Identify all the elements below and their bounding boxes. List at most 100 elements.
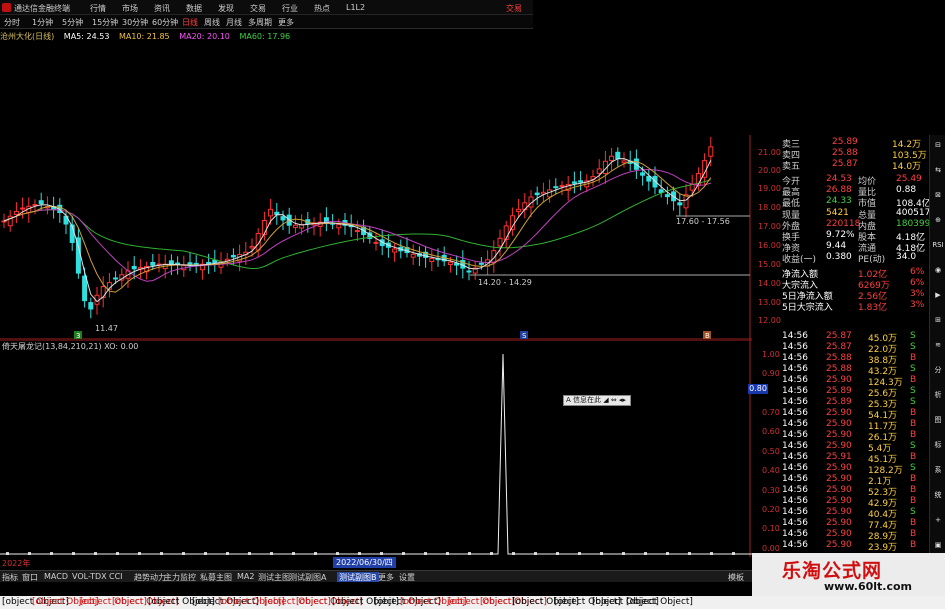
indicator-tab[interactable]: 测试副图B [337, 572, 379, 582]
range-annotation-2: 17.60 - 17.56 [676, 217, 730, 226]
period-tab[interactable]: 月线 [226, 17, 242, 28]
indicator-tab[interactable]: 测试主图 [258, 572, 290, 582]
tick-deals-panel[interactable]: 14:56 25.87 45.0万 S 14:56 25.87 22.0万 S 14:56 25.… [752, 331, 930, 553]
candle-body [32, 204, 38, 207]
deal-time: 14:56 [782, 342, 808, 352]
side-tool-icon[interactable]: ⊠ [932, 189, 944, 201]
side-tool-icon[interactable]: ⊞ [932, 314, 944, 326]
side-tool-icon[interactable]: RSI [932, 239, 944, 251]
candle-body [150, 261, 156, 266]
candle-body [621, 160, 627, 164]
period-tab[interactable]: 周线 [204, 17, 220, 28]
candle-body [392, 248, 398, 253]
period-tab[interactable]: 15分钟 [92, 17, 118, 28]
candle-body [615, 151, 621, 160]
indicator-tab[interactable]: 设置 [399, 572, 415, 582]
deal-side: B [910, 452, 917, 462]
flow-row: 净流入额 1.02亿 6% [752, 267, 930, 280]
deal-time: 14:56 [782, 463, 808, 473]
side-tool-icon[interactable]: ⊟ [932, 139, 944, 151]
side-tool-icon[interactable]: 析 [932, 389, 944, 401]
app-title: 通达信金融终端 [14, 4, 70, 13]
stat-row: 今开 24.53 均价 25.49 [752, 174, 930, 187]
candle-body [82, 275, 88, 302]
menu-item-trade[interactable]: 交易 [250, 3, 266, 14]
indicator-tab[interactable]: 更多 [378, 572, 394, 582]
deal-time: 14:56 [782, 496, 808, 506]
menu-item-discover[interactable]: 发现 [218, 3, 234, 14]
side-tool-icon[interactable]: ⊕ [932, 214, 944, 226]
period-tab-active[interactable]: 日线 [182, 17, 198, 28]
deal-time: 14:56 [782, 529, 808, 539]
deal-side: B [910, 408, 917, 418]
indicator-tab[interactable]: VOL-TDX [72, 572, 107, 581]
period-tab[interactable]: 5分钟 [62, 17, 83, 28]
side-tool-icon[interactable]: 标 [932, 439, 944, 451]
indicator-tab[interactable]: 窗口 [22, 572, 38, 582]
deal-time: 14:56 [782, 353, 808, 363]
deal-time: 14:56 [782, 364, 808, 374]
period-tab-more[interactable]: 更多 [278, 17, 294, 28]
period-tab[interactable]: 分时 [4, 17, 20, 28]
candlestick-chart[interactable]: 11.47 14.20 - 14.29 17.60 - 17.56 3 S B [0, 135, 752, 340]
candle-body [596, 168, 602, 174]
period-tab[interactable]: 60分钟 [152, 17, 178, 28]
candle-body [38, 200, 44, 205]
indicator-tab[interactable]: 指标 [2, 572, 18, 582]
side-tool-icon[interactable]: ⇆ [932, 164, 944, 176]
menu-item-hot[interactable]: 热点 [314, 3, 330, 14]
indicator-tab[interactable]: CCI [109, 572, 123, 581]
deal-price: 25.89 [826, 397, 852, 407]
side-tool-icon[interactable]: ▣ [932, 539, 944, 551]
menu-item-industry[interactable]: 行业 [282, 3, 298, 14]
menu-item-quotes[interactable]: 行情 [90, 3, 106, 14]
side-tool-icon[interactable]: ≋ [932, 339, 944, 351]
flow-row: 大宗流入 6269万 6% [752, 278, 930, 291]
indicator-tab[interactable]: 主力监控 [164, 572, 196, 582]
template-tab[interactable]: 模板 [728, 572, 744, 582]
ma20-label: MA20: 20.10 [179, 32, 230, 41]
deal-price: 25.90 [826, 375, 852, 385]
side-tool-icon[interactable]: + [932, 514, 944, 526]
deal-side: S [910, 397, 916, 407]
blank-area [533, 0, 945, 135]
candle-body [131, 265, 137, 270]
side-tool-icon[interactable]: ◉ [932, 264, 944, 276]
indicator-tab[interactable]: MACD [44, 572, 68, 581]
indicator-tab[interactable]: 私募主图 [200, 572, 232, 582]
stat-value: 26.88 [826, 185, 852, 196]
side-tool-icon[interactable]: 图 [932, 414, 944, 426]
deal-side: S [910, 507, 916, 517]
menu-item-market[interactable]: 市场 [122, 3, 138, 14]
menu-item-news[interactable]: 资讯 [154, 3, 170, 14]
indicator-chart[interactable] [0, 340, 752, 557]
deal-row: 14:56 25.90 40.4万 S [752, 507, 930, 520]
side-tool-icon[interactable]: 统 [932, 489, 944, 501]
menu-item-data[interactable]: 数据 [186, 3, 202, 14]
deal-time: 14:56 [782, 397, 808, 407]
indicator-tab[interactable]: 趋势动力 [134, 572, 166, 582]
menu-item-l1l2[interactable]: L1L2 [346, 3, 365, 12]
menu-item-trade-right[interactable]: 交易 [506, 3, 522, 14]
flow-label: 5日大宗流入 [782, 303, 833, 314]
stat-value: 24.33 [826, 196, 852, 207]
deal-price: 25.89 [826, 386, 852, 396]
period-tab[interactable]: 多周期 [248, 17, 272, 28]
deal-row: 14:56 25.90 54.1万 B [752, 408, 930, 421]
side-tool-icon[interactable]: ▶ [932, 289, 944, 301]
date-strip: 2022年 2022/06/30/四 [0, 557, 752, 569]
deal-price: 25.87 [826, 342, 852, 352]
stat-value-2: 34.0 [896, 252, 917, 263]
deal-side: S [910, 364, 916, 374]
info-tooltip[interactable]: A 信息在此 ◢ ⇔ ◂▸ [563, 395, 631, 406]
period-tab[interactable]: 30分钟 [122, 17, 148, 28]
candle-body [609, 155, 615, 162]
deal-row: 14:56 25.91 45.1万 B [752, 452, 930, 465]
side-tool-icon[interactable]: 系 [932, 464, 944, 476]
indicator-tab[interactable]: MA2 [237, 572, 254, 581]
candle-body [88, 302, 94, 310]
period-tab[interactable]: 1分钟 [32, 17, 53, 28]
side-tool-icon[interactable]: 分 [932, 364, 944, 376]
indicator-tab[interactable]: 测试副图A [289, 572, 326, 582]
candle-body [578, 180, 584, 183]
